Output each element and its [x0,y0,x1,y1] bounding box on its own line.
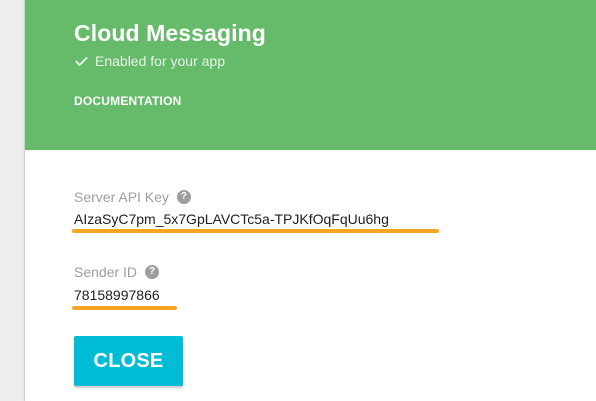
sender-id-highlight [72,306,177,310]
sender-id-label: Sender ID ? [74,263,160,281]
check-icon [75,56,88,66]
server-api-key-label: Server API Key ? [74,188,191,206]
sender-id-value: 78158997866 [74,287,160,303]
cloud-messaging-header: Cloud Messaging Enabled for your app DOC… [25,0,596,150]
left-side-gutter [0,0,25,401]
cloud-messaging-card: Cloud Messaging Enabled for your app DOC… [25,0,596,401]
close-button[interactable]: CLOSE [74,336,183,386]
server-api-key-label-text: Server API Key [74,189,169,205]
help-icon[interactable]: ? [176,190,191,204]
server-api-key-value: AIzaSyC7pm_5x7GpLAVCTc5a-TPJKfOqFqUu6hg [74,211,389,227]
enabled-status-text: Enabled for your app [95,53,225,69]
server-api-key-highlight [72,229,439,233]
page-title: Cloud Messaging [74,20,266,46]
cloud-messaging-screen: Cloud Messaging Enabled for your app DOC… [0,0,596,401]
sender-id-label-text: Sender ID [74,264,138,280]
documentation-link[interactable]: DOCUMENTATION [74,93,181,109]
help-icon[interactable]: ? [145,265,160,279]
enabled-status: Enabled for your app [74,52,225,70]
